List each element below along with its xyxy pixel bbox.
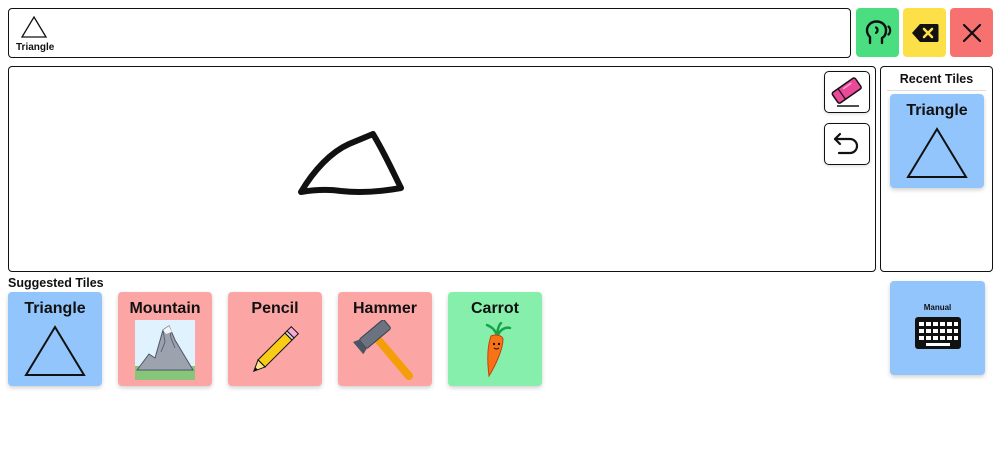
eraser-icon xyxy=(831,77,862,107)
tile-label: Hammer xyxy=(352,300,418,317)
speaking-head-icon xyxy=(865,19,891,44)
triangle-icon xyxy=(24,325,86,376)
backspace-icon xyxy=(911,23,938,42)
manual-label: Manual xyxy=(923,303,952,312)
suggested-tile-carrot[interactable]: Carrot xyxy=(448,292,542,386)
triangle-outline-icon xyxy=(20,15,48,38)
keyboard-icon xyxy=(915,317,961,349)
message-bar[interactable]: Triangle xyxy=(8,8,851,58)
speak-button[interactable] xyxy=(856,8,899,57)
eraser-button[interactable] xyxy=(824,71,870,113)
undo-icon xyxy=(833,132,859,155)
message-tile-triangle[interactable]: Triangle xyxy=(13,13,73,55)
suggested-tile-mountain[interactable]: Mountain xyxy=(118,292,212,386)
recent-tile-triangle[interactable]: Triangle xyxy=(890,94,984,188)
message-tile-label: Triangle xyxy=(16,42,55,53)
manual-keyboard-button[interactable]: Manual xyxy=(890,281,985,375)
suggested-tile-hammer[interactable]: Hammer xyxy=(338,292,432,386)
undo-button[interactable] xyxy=(824,123,870,165)
suggested-tile-triangle[interactable]: Triangle xyxy=(8,292,102,386)
mountain-icon xyxy=(135,320,195,380)
tile-label: Triangle xyxy=(24,300,86,317)
tile-label: Triangle xyxy=(906,102,968,119)
close-x-icon xyxy=(962,23,981,42)
suggested-tiles-title: Suggested Tiles xyxy=(8,276,104,290)
triangle-icon xyxy=(906,127,968,178)
pencil-icon xyxy=(252,325,300,373)
recent-tiles-panel: Recent Tiles Triangle xyxy=(880,66,993,272)
tile-label: Mountain xyxy=(129,300,201,317)
carrot-icon xyxy=(485,322,512,378)
recent-tiles-title: Recent Tiles xyxy=(899,72,974,86)
suggested-tile-pencil[interactable]: Pencil xyxy=(228,292,322,386)
tile-label: Carrot xyxy=(470,300,519,317)
backspace-button[interactable] xyxy=(903,8,946,57)
hammer-icon xyxy=(353,320,413,380)
recent-divider xyxy=(887,90,986,91)
drawing-canvas[interactable] xyxy=(8,66,876,272)
tile-label: Pencil xyxy=(251,300,299,317)
drawn-triangle xyxy=(298,131,404,195)
clear-button[interactable] xyxy=(950,8,993,57)
